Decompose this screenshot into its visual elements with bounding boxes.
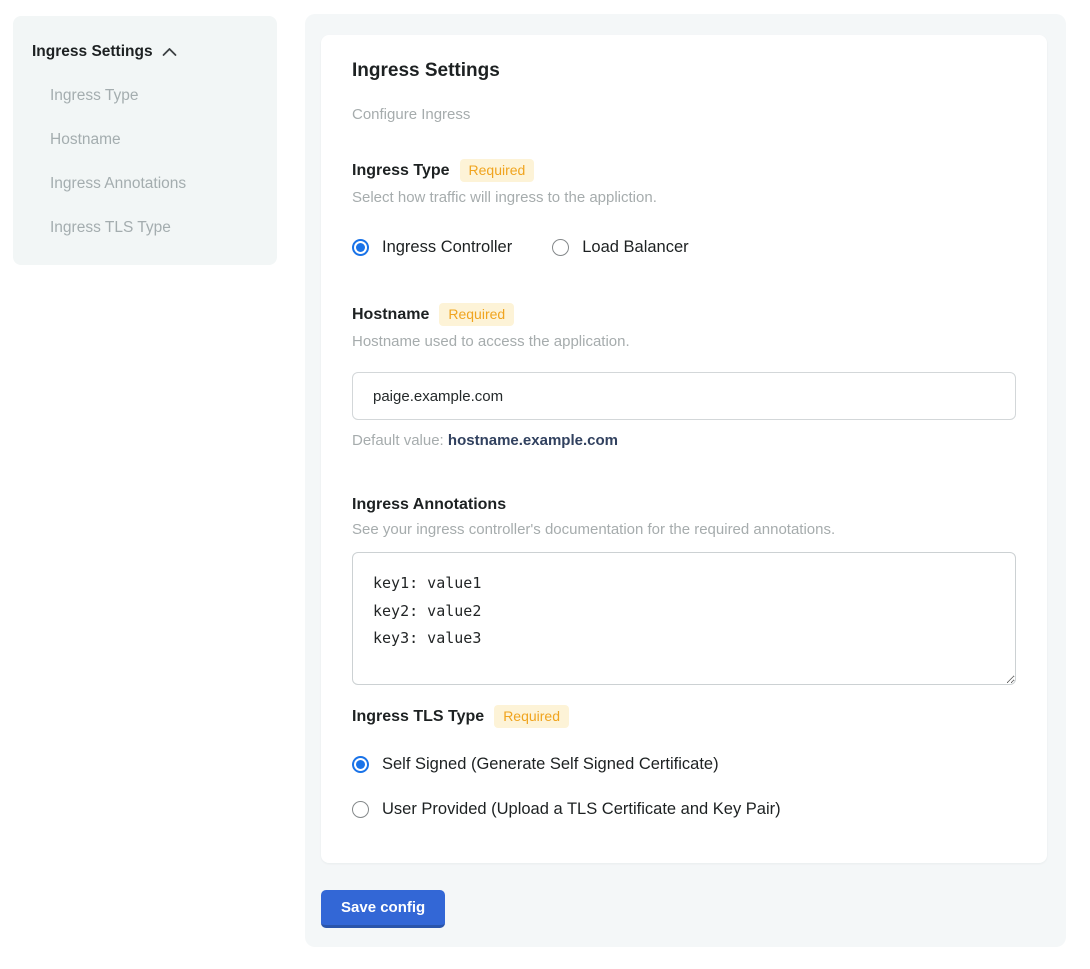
save-config-button[interactable]: Save config xyxy=(321,890,445,928)
radio-selected-icon xyxy=(352,239,369,256)
section-ingress-annotations: Ingress Annotations See your ingress con… xyxy=(352,496,1016,685)
radio-label: Self Signed (Generate Self Signed Certif… xyxy=(382,755,719,774)
radio-selected-icon xyxy=(352,756,369,773)
radio-unselected-icon xyxy=(552,239,569,256)
sidebar-list: Ingress Type Hostname Ingress Annotation… xyxy=(32,87,258,237)
hostname-description: Hostname used to access the application. xyxy=(352,333,1016,350)
sidebar-group-label: Ingress Settings xyxy=(32,43,153,61)
hostname-input[interactable] xyxy=(352,372,1016,420)
hostname-default-value: Default value: hostname.example.com xyxy=(352,432,1016,449)
ingress-type-description: Select how traffic will ingress to the a… xyxy=(352,189,1016,206)
required-badge: Required xyxy=(439,303,514,326)
radio-label: Ingress Controller xyxy=(382,238,512,257)
page: Ingress Settings Ingress Type Hostname I… xyxy=(0,0,1090,969)
default-value-label: Default value: xyxy=(352,432,444,449)
chevron-up-icon xyxy=(162,47,177,57)
ingress-settings-card: Ingress Settings Configure Ingress Ingre… xyxy=(321,35,1047,863)
default-value-text: hostname.example.com xyxy=(448,432,618,449)
sidebar-item-ingress-tls-type[interactable]: Ingress TLS Type xyxy=(50,219,258,237)
tls-type-label: Ingress TLS Type xyxy=(352,708,484,726)
annotations-textarea[interactable]: key1: value1 key2: value2 key3: value3 xyxy=(352,552,1016,685)
sidebar-item-ingress-annotations[interactable]: Ingress Annotations xyxy=(50,175,258,193)
page-title: Ingress Settings xyxy=(352,60,1016,82)
ingress-type-label: Ingress Type xyxy=(352,162,450,180)
radio-user-provided[interactable]: User Provided (Upload a TLS Certificate … xyxy=(352,800,1016,819)
section-hostname: Hostname Required Hostname used to acces… xyxy=(352,303,1016,449)
sidebar-group-ingress-settings[interactable]: Ingress Settings xyxy=(32,43,258,61)
hostname-label: Hostname xyxy=(352,306,429,324)
main-panel: Ingress Settings Configure Ingress Ingre… xyxy=(305,14,1066,947)
section-ingress-tls-type: Ingress TLS Type Required Self Signed (G… xyxy=(352,705,1016,819)
sidebar-item-hostname[interactable]: Hostname xyxy=(50,131,258,149)
radio-label: User Provided (Upload a TLS Certificate … xyxy=(382,800,781,819)
sidebar: Ingress Settings Ingress Type Hostname I… xyxy=(13,16,277,265)
radio-label: Load Balancer xyxy=(582,238,688,257)
annotations-description: See your ingress controller's documentat… xyxy=(352,521,1016,538)
tls-type-options: Self Signed (Generate Self Signed Certif… xyxy=(352,755,1016,819)
required-badge: Required xyxy=(460,159,535,182)
radio-self-signed[interactable]: Self Signed (Generate Self Signed Certif… xyxy=(352,755,1016,774)
page-subtitle: Configure Ingress xyxy=(352,106,1016,123)
required-badge: Required xyxy=(494,705,569,728)
ingress-type-options: Ingress Controller Load Balancer xyxy=(352,238,1016,257)
annotations-label: Ingress Annotations xyxy=(352,496,506,514)
section-ingress-type: Ingress Type Required Select how traffic… xyxy=(352,159,1016,257)
radio-unselected-icon xyxy=(352,801,369,818)
sidebar-item-ingress-type[interactable]: Ingress Type xyxy=(50,87,258,105)
radio-ingress-controller[interactable]: Ingress Controller xyxy=(352,238,512,257)
radio-load-balancer[interactable]: Load Balancer xyxy=(552,238,688,257)
